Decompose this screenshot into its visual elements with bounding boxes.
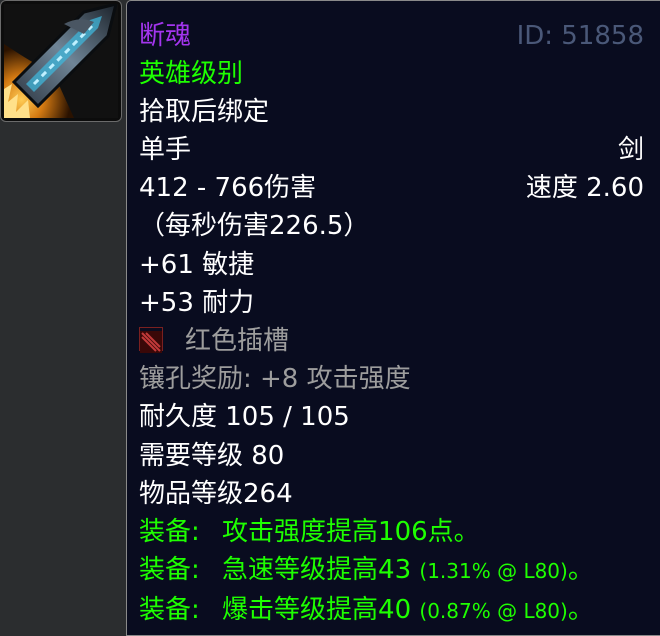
equip-detail: (0.87% @ L80) bbox=[419, 599, 568, 623]
item-tooltip: 断魂 ID: 51858 英雄级别 拾取后绑定 单手 剑 412 - 766伤害… bbox=[126, 0, 660, 636]
equip-text: 攻击强度提高106点。 bbox=[222, 517, 480, 547]
sword-icon bbox=[4, 4, 118, 118]
weapon-damage: 412 - 766伤害 bbox=[139, 173, 317, 203]
equip-effect-2: 装备: 急速等级提高43 (1.31% @ L80)。 bbox=[139, 553, 594, 587]
weapon-type: 剑 bbox=[617, 135, 644, 165]
equip-effect-1: 装备: 攻击强度提高106点。 bbox=[139, 515, 480, 549]
weapon-dps: （每秒伤害226.5） bbox=[139, 211, 370, 241]
item-quality: 英雄级别 bbox=[139, 59, 244, 89]
item-name: 断魂 bbox=[139, 21, 192, 51]
equip-prefix: 装备: bbox=[139, 555, 200, 585]
equip-text: 爆击等级提高40 bbox=[222, 595, 412, 625]
socket-line: 红色插槽 bbox=[139, 324, 289, 358]
equip-effect-3: 装备: 爆击等级提高40 (0.87% @ L80)。 bbox=[139, 593, 594, 627]
equip-text: 急速等级提高43 bbox=[222, 555, 412, 585]
weapon-speed: 速度 2.60 bbox=[525, 173, 644, 203]
equip-prefix: 装备: bbox=[139, 517, 200, 547]
item-level: 物品等级264 bbox=[139, 479, 293, 509]
equip-end: 。 bbox=[567, 555, 594, 585]
socket-label: 红色插槽 bbox=[185, 326, 290, 356]
stat-agility: +61 敏捷 bbox=[139, 250, 255, 280]
item-slot: 单手 bbox=[139, 135, 192, 165]
red-socket-icon bbox=[139, 327, 163, 353]
equip-prefix: 装备: bbox=[139, 595, 200, 625]
stat-stamina: +53 耐力 bbox=[139, 288, 255, 318]
item-binding: 拾取后绑定 bbox=[139, 97, 270, 127]
durability: 耐久度 105 / 105 bbox=[139, 402, 350, 432]
required-level: 需要等级 80 bbox=[139, 441, 285, 471]
socket-bonus: 镶孔奖励: +8 攻击强度 bbox=[139, 364, 411, 394]
item-icon-frame[interactable] bbox=[0, 0, 122, 122]
equip-end: 。 bbox=[567, 595, 594, 625]
equip-detail: (1.31% @ L80) bbox=[419, 559, 568, 583]
item-id: ID: 51858 bbox=[516, 21, 644, 51]
